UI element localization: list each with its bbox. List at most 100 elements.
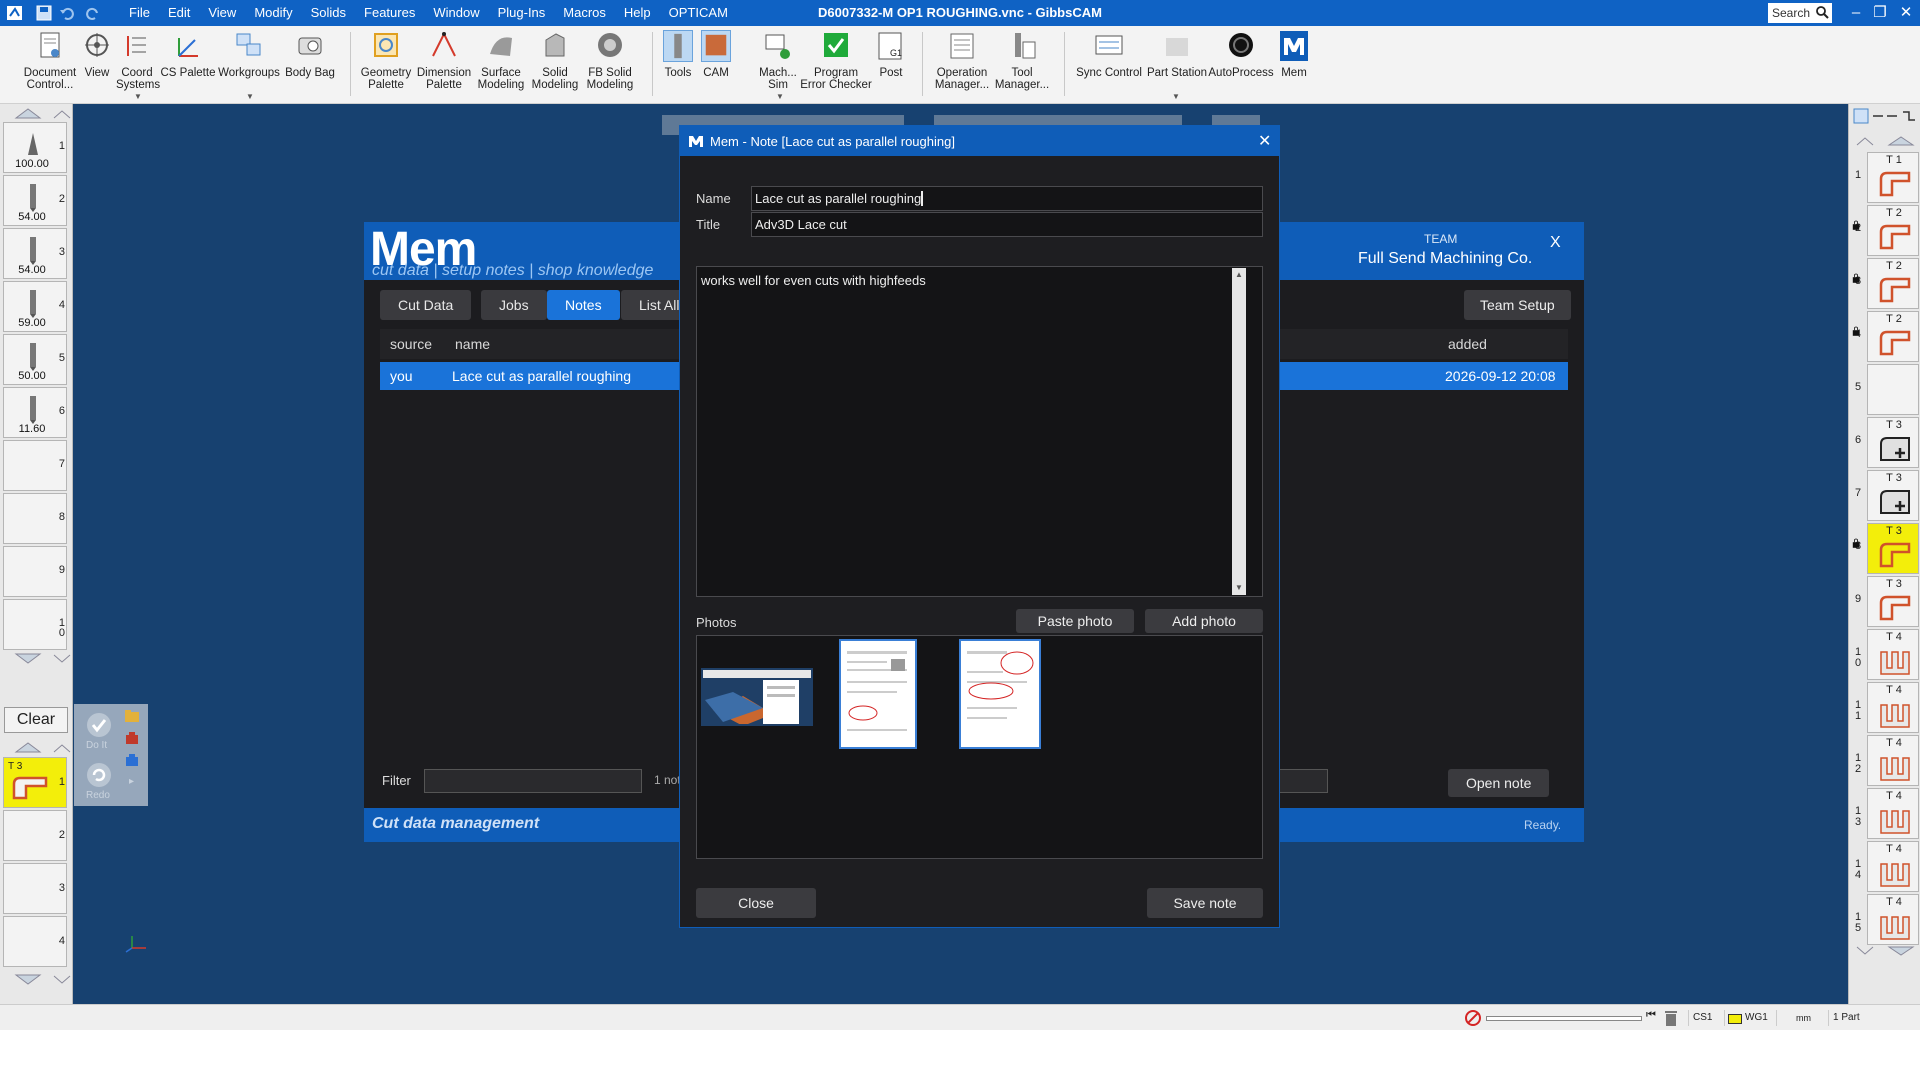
dimension-palette-button[interactable]: Dimension Palette <box>416 30 472 91</box>
secondary-filter-input[interactable] <box>1278 769 1328 793</box>
column-added[interactable]: added <box>1448 336 1487 352</box>
delete-op-icon[interactable] <box>124 730 140 746</box>
menu-macros[interactable]: Macros <box>554 0 615 26</box>
scroll-down-arrow-icon[interactable]: ▼ <box>1232 581 1246 595</box>
menu-modify[interactable]: Modify <box>245 0 301 26</box>
name-input[interactable]: Lace cut as parallel roughing <box>751 186 1263 211</box>
note-body-textarea[interactable]: works well for even cuts with highfeeds <box>696 266 1263 597</box>
process-tile[interactable]: T 2 <box>1852 205 1919 256</box>
mem-button[interactable]: Mem <box>1276 30 1312 79</box>
photo-thumbnail[interactable] <box>839 639 917 749</box>
trash-icon[interactable] <box>1664 1009 1678 1027</box>
surface-modeling-button[interactable]: Surface Modeling <box>474 30 528 91</box>
expand-arrow-icon[interactable]: ▸ <box>129 776 134 787</box>
title-input[interactable]: Adv3D Lace cut <box>751 212 1263 237</box>
tab-notes[interactable]: Notes <box>547 290 620 320</box>
photo-thumbnail[interactable] <box>959 639 1041 749</box>
skip-end-icon[interactable]: ⏮ <box>1646 1009 1656 1022</box>
cam-button[interactable]: CAM <box>698 30 734 79</box>
restore-button[interactable]: ❐ <box>1866 0 1894 26</box>
process-tile[interactable] <box>1867 364 1919 415</box>
process-tile[interactable]: T 3 <box>1867 576 1919 627</box>
process-tile[interactable]: T 4 <box>1867 841 1919 892</box>
process-tile[interactable]: T 4 <box>1867 629 1919 680</box>
ops-scroll-up-icon[interactable] <box>2 740 72 755</box>
mem-close-button[interactable]: X <box>1550 234 1561 252</box>
redo-icon[interactable] <box>84 4 102 22</box>
geometry-palette-button[interactable]: Geometry Palette <box>356 30 416 91</box>
scroll-up-icon[interactable] <box>2 106 72 121</box>
unit-indicator[interactable]: mm <box>1776 1010 1826 1026</box>
document-control-button[interactable]: Document Control... <box>20 30 80 91</box>
process-tile[interactable]: T 4 <box>1867 788 1919 839</box>
process-tile[interactable]: T 2 <box>1852 258 1919 309</box>
redo-circle-icon[interactable] <box>86 762 112 788</box>
process-tile[interactable]: T 1 <box>1867 152 1919 203</box>
save-icon[interactable] <box>36 4 52 22</box>
tool-slot[interactable]: 4 59.00 <box>3 281 67 332</box>
part-station-button[interactable]: Part Station <box>1146 30 1208 79</box>
open-note-button[interactable]: Open note <box>1448 769 1550 797</box>
save-note-button[interactable]: Save note <box>1147 888 1263 918</box>
menu-window[interactable]: Window <box>424 0 488 26</box>
operation-slot[interactable]: 1 T 3 <box>3 757 67 808</box>
dialog-title-bar[interactable]: Mem - Note [Lace cut as parallel roughin… <box>680 126 1279 156</box>
scroll-up-arrow-icon[interactable]: ▲ <box>1232 268 1246 282</box>
process-tile[interactable]: T 4 <box>1867 682 1919 733</box>
process-tile[interactable]: T 3 <box>1867 470 1919 521</box>
clear-button[interactable]: Clear <box>4 707 68 733</box>
process-tile[interactable]: T 3 <box>1852 523 1919 574</box>
ops-scroll-down-icon[interactable] <box>2 972 72 987</box>
solid-modeling-button[interactable]: Solid Modeling <box>528 30 582 91</box>
tool-manager-button[interactable]: Tool Manager... <box>994 30 1050 91</box>
scroll-down-icon[interactable] <box>2 651 72 666</box>
add-photo-button[interactable]: Add photo <box>1145 609 1263 633</box>
process-tile[interactable]: T 3 <box>1867 417 1919 468</box>
do-it-check-icon[interactable] <box>86 712 112 738</box>
process-tile[interactable]: T 4 <box>1867 894 1919 945</box>
photo-thumbnail[interactable] <box>701 668 813 726</box>
close-button[interactable]: Close <box>696 888 816 918</box>
menu-features[interactable]: Features <box>355 0 424 26</box>
post-button[interactable]: G1 Post <box>872 30 910 79</box>
note-scrollbar[interactable]: ▲ ▼ <box>1232 268 1246 595</box>
app-icon[interactable] <box>6 4 24 22</box>
tool-slot[interactable]: 2 54.00 <box>3 175 67 226</box>
view-button[interactable]: View <box>80 30 114 79</box>
process-tile[interactable]: T 4 <box>1867 735 1919 786</box>
undo-icon[interactable] <box>58 4 76 22</box>
tool-slot[interactable]: 3 54.00 <box>3 228 67 279</box>
column-name[interactable]: name <box>455 336 490 352</box>
process-scroll-down-icon[interactable] <box>1853 944 1919 958</box>
process-scroll-up-icon[interactable] <box>1853 134 1919 148</box>
menu-plugins[interactable]: Plug-Ins <box>489 0 555 26</box>
menu-help[interactable]: Help <box>615 0 660 26</box>
process-tile[interactable]: T 2 <box>1852 311 1919 362</box>
column-source[interactable]: source <box>390 336 432 352</box>
tab-jobs[interactable]: Jobs <box>481 290 547 320</box>
tool-slot[interactable]: 7 <box>3 440 67 491</box>
filter-input[interactable] <box>424 769 642 793</box>
workgroups-button[interactable]: Workgroups <box>216 30 282 79</box>
team-setup-button[interactable]: Team Setup <box>1464 290 1571 320</box>
progress-slider[interactable] <box>1486 1016 1642 1021</box>
autoprocess-button[interactable]: AutoProcess <box>1208 30 1274 79</box>
coord-dropdown-arrow[interactable]: ▼ <box>134 92 142 101</box>
process-view-icons[interactable] <box>1853 108 1919 124</box>
program-error-checker-button[interactable]: Program Error Checker <box>800 30 872 91</box>
tool-slot[interactable]: 9 <box>3 546 67 597</box>
coord-systems-button[interactable]: Coord Systems <box>116 30 160 91</box>
fb-solid-modeling-button[interactable]: FB Solid Modeling <box>582 30 638 91</box>
tool-slot[interactable]: 6 11.60 <box>3 387 67 438</box>
close-window-button[interactable]: ✕ <box>1892 0 1920 26</box>
tools-button[interactable]: Tools <box>660 30 696 79</box>
menu-edit[interactable]: Edit <box>159 0 199 26</box>
stop-icon[interactable] <box>1464 1009 1482 1027</box>
menu-opticam[interactable]: OPTICAM <box>660 0 737 26</box>
body-bag-button[interactable]: Body Bag <box>284 30 336 79</box>
menu-view[interactable]: View <box>199 0 245 26</box>
tool-slot[interactable]: 5 50.00 <box>3 334 67 385</box>
tool-slot[interactable]: 8 <box>3 493 67 544</box>
paste-photo-button[interactable]: Paste photo <box>1016 609 1134 633</box>
dialog-close-icon[interactable]: ✕ <box>1258 131 1271 151</box>
